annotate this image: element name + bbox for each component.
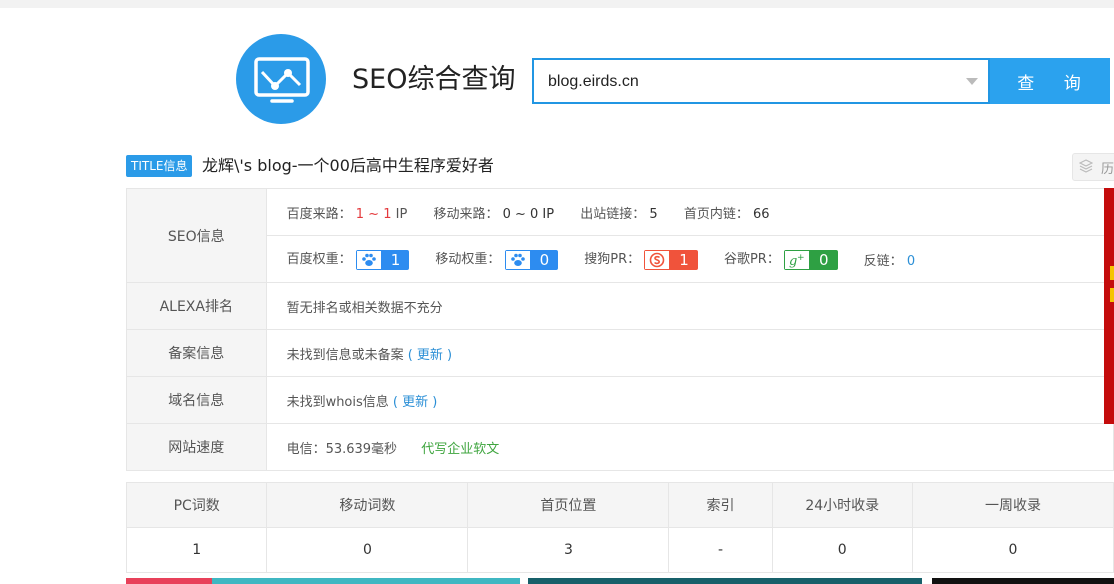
top-strip (0, 0, 1114, 8)
stats-header: 一周收录 (911, 482, 1114, 528)
baidu-traffic-unit: IP (395, 206, 408, 222)
bottom-ad-strip (0, 578, 1114, 584)
whois-value: 未找到whois信息 (286, 394, 389, 410)
stats-header: PC词数 (125, 482, 268, 528)
google-plus-icon: g + (784, 250, 809, 269)
stats-cell: 1 (125, 527, 268, 573)
mobile-weight: 移动权重： 0 (435, 248, 559, 270)
mobile-traffic-label: 移动来路： (433, 206, 499, 222)
backlinks: 反链： 0 (864, 250, 915, 269)
alexa-value: 暂无排名或相关数据不充分 (265, 282, 1114, 330)
site-title-text: 龙辉\'s blog-一个00后高中生程序爱好者 (202, 156, 494, 175)
weight-row: 百度权重： 1 移动权重： 0 搜狗PR： 1 谷歌PR： g + 0 反链： … (265, 235, 1114, 283)
search-button[interactable]: 查 询 (990, 58, 1110, 104)
inbound-value: 66 (752, 206, 770, 222)
stats-cell: - (668, 527, 773, 573)
paw-icon (356, 250, 381, 269)
seo-info-table: SEO信息 百度来路： 1 ~ 1 IP 移动来路： 0 ~ 0 IP 出站链接… (126, 188, 1114, 471)
speed-row: 电信：53.639毫秒 代写企业软文 (265, 423, 1114, 471)
sogou-pr: 搜狗PR： 1 (584, 248, 698, 270)
baidu-traffic-label: 百度来路： (286, 206, 352, 222)
svg-text:+: + (797, 253, 805, 263)
google-pr: 谷歌PR： g + 0 (724, 248, 838, 270)
mobile-traffic: 移动来路： 0 ~ 0 IP (433, 203, 554, 222)
ad-bar[interactable] (932, 578, 1114, 584)
page-title: SEO综合查询 (352, 64, 516, 95)
chevron-down-icon[interactable] (966, 78, 978, 85)
whois-row: 未找到whois信息 ( 更新 ) (265, 376, 1114, 424)
outbound-value: 5 (649, 206, 658, 222)
mobile-weight-label: 移动权重： (435, 252, 501, 268)
history-label: 历 (1101, 162, 1114, 177)
baidu-weight: 百度权重： 1 (287, 248, 410, 270)
icp-value: 未找到信息或未备案 (286, 347, 404, 363)
ad-bar[interactable] (528, 578, 922, 584)
icp-label: 备案信息 (126, 329, 267, 377)
side-ad-banner[interactable] (1104, 188, 1114, 424)
search-box[interactable] (532, 58, 990, 104)
baidu-traffic-to: 1 (383, 206, 392, 222)
mobile-weight-badge[interactable]: 0 (504, 249, 559, 270)
alexa-label: ALEXA排名 (126, 282, 267, 330)
stats-cell: 0 (771, 527, 913, 573)
google-pr-value: 0 (818, 250, 829, 269)
sogou-icon (645, 250, 670, 269)
inbound-label: 首页内链： (683, 206, 749, 222)
mobile-weight-value: 0 (539, 250, 550, 269)
outbound-links: 出站链接： 5 (580, 203, 657, 222)
history-button[interactable]: 历 (1072, 153, 1114, 181)
inbound-links: 首页内链： 66 (684, 203, 770, 222)
google-label: 谷歌PR： (723, 252, 780, 268)
baidu-traffic-sep: ~ (368, 206, 380, 222)
seo-label: SEO信息 (126, 188, 267, 283)
ad-link[interactable]: 代写企业软文 (421, 442, 499, 457)
baidu-weight-label: 百度权重： (286, 252, 352, 268)
sogou-pr-badge[interactable]: 1 (644, 249, 698, 270)
baidu-weight-badge[interactable]: 1 (355, 249, 410, 270)
traffic-row: 百度来路： 1 ~ 1 IP 移动来路： 0 ~ 0 IP 出站链接： 5 首页… (265, 188, 1114, 236)
whois-label: 域名信息 (126, 376, 267, 424)
baidu-weight-value: 1 (390, 250, 401, 269)
baidu-traffic-from: 1 (355, 206, 364, 222)
title-badge: TITLE信息 (126, 155, 193, 177)
icp-update-link[interactable]: ( 更新 ) (408, 348, 452, 363)
backlink-value[interactable]: 0 (907, 254, 915, 269)
logo (236, 34, 326, 124)
stats-header: 移动词数 (266, 482, 469, 528)
stats-cell: 0 (911, 527, 1114, 573)
icp-row: 未找到信息或未备案 ( 更新 ) (265, 329, 1114, 377)
mobile-traffic-value: 0 ~ 0 IP (502, 206, 555, 222)
stats-header: 24小时收录 (771, 482, 913, 528)
backlink-label: 反链： (863, 253, 903, 269)
stats-table: PC词数 移动词数 首页位置 索引 24小时收录 一周收录 1 0 3 - 0 … (125, 482, 1114, 573)
chart-monitor-icon (254, 57, 310, 103)
stats-header: 索引 (668, 482, 773, 528)
speed-label: 网站速度 (126, 423, 267, 471)
banner-mark (1110, 266, 1114, 280)
ad-bar[interactable] (212, 578, 520, 584)
banner-mark (1110, 288, 1114, 302)
stats-header: 首页位置 (467, 482, 670, 528)
layers-icon (1079, 159, 1093, 173)
speed-value: 电信：53.639毫秒 (286, 441, 398, 457)
search-input[interactable] (546, 60, 950, 104)
sogou-pr-value: 1 (679, 250, 689, 269)
whois-update-link[interactable]: ( 更新 ) (393, 395, 437, 410)
outbound-label: 出站链接： (580, 206, 646, 222)
baidu-traffic: 百度来路： 1 ~ 1 IP (287, 203, 408, 222)
ad-bar[interactable] (126, 578, 212, 584)
google-pr-badge[interactable]: g + 0 (783, 249, 838, 270)
paw-icon (505, 250, 530, 269)
stats-cell: 0 (266, 527, 469, 573)
sogou-label: 搜狗PR： (584, 252, 641, 268)
stats-cell: 3 (467, 527, 670, 573)
